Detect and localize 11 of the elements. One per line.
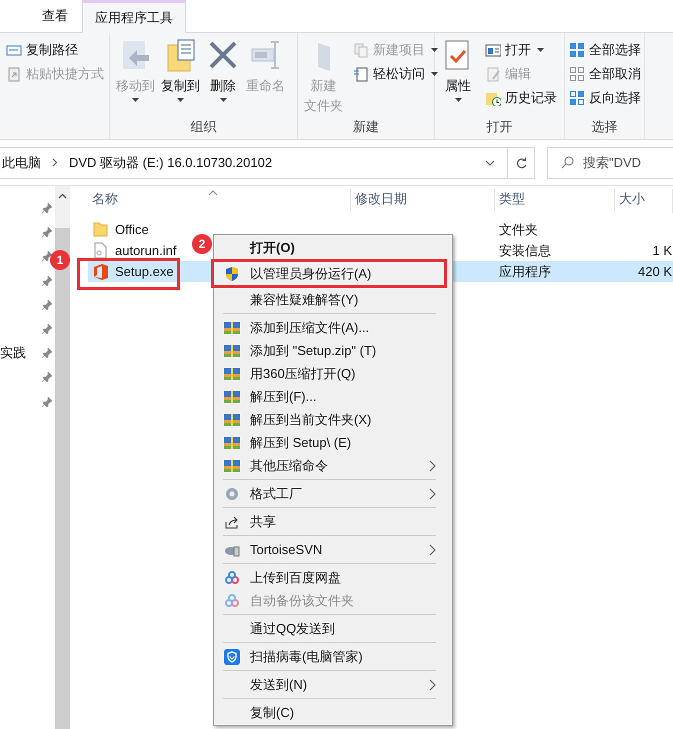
group-label: 新建 [353,119,379,134]
table-cell: 应用程序 [499,264,551,279]
table-cell-text: 420 K [638,262,672,281]
group-label: 选择 [592,119,618,134]
group-label: 组织 [190,119,216,134]
group-label: 打开 [486,119,512,134]
step-badge: 2 [192,234,212,254]
table-cell: 安装信息 [499,242,551,258]
table-cell: 文件夹 [499,222,538,237]
table-cell-text: 1 K [652,242,672,260]
step-badge: 1 [50,250,70,270]
